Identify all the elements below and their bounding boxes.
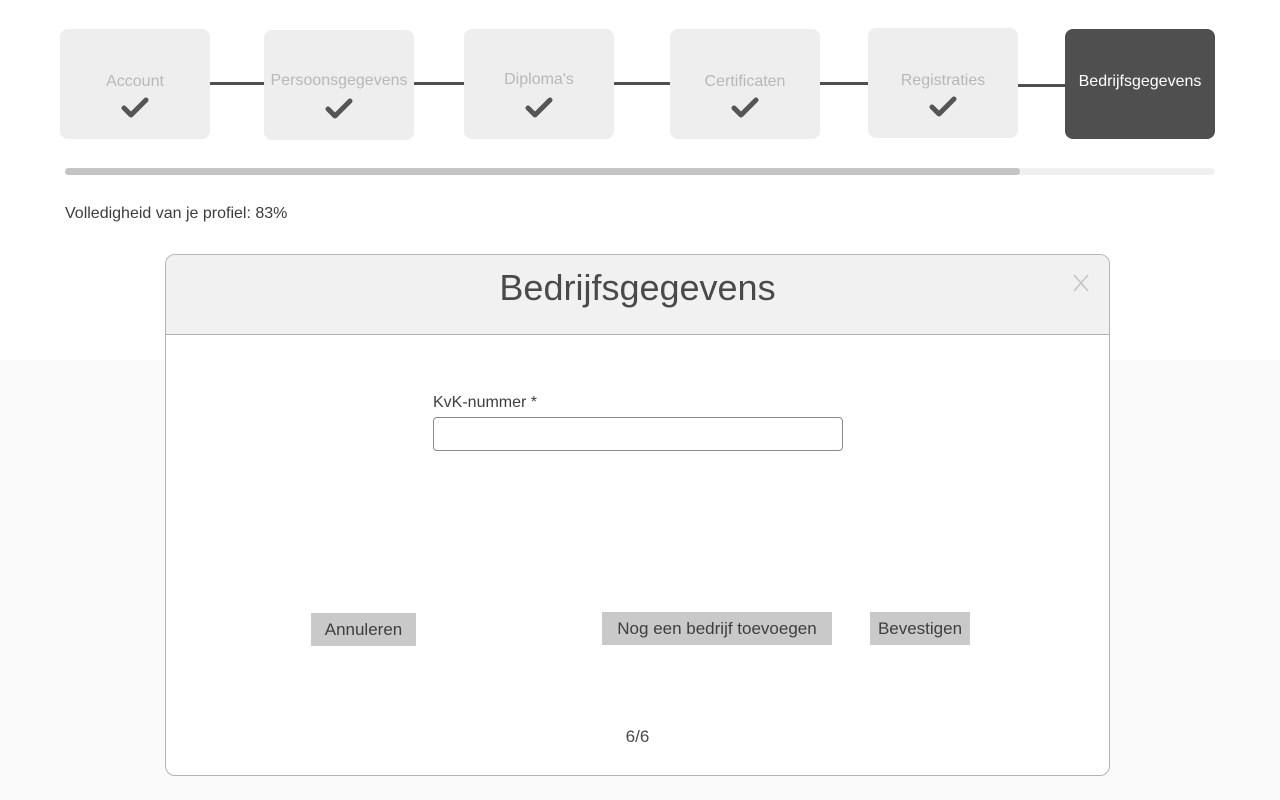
add-another-company-button[interactable]: Nog een bedrijf toevoegen [602,612,832,645]
kvk-number-input[interactable] [433,417,843,451]
confirm-button[interactable]: Bevestigen [870,612,970,645]
step-connector [414,82,464,85]
step-connector [820,82,868,85]
profile-progress-bar [65,168,1215,175]
step-diplomas[interactable]: Diploma's [464,29,614,139]
checkmark-icon [60,97,210,123]
profile-completeness-text: Volledigheid van je profiel: 83% [65,205,288,222]
step-certificaten[interactable]: Certificaten [670,29,820,139]
step-label: Certificaten [704,73,786,90]
kvk-number-label: KvK-nummer * [433,394,538,411]
step-label: Persoonsgegevens [270,72,408,89]
step-connector [210,82,264,85]
modal-header: Bedrijfsgegevens [166,255,1109,335]
checkmark-icon [264,98,414,124]
step-label: Bedrijfsgegevens [1078,73,1202,90]
checkmark-icon [670,97,820,123]
cancel-button[interactable]: Annuleren [311,613,416,646]
checkmark-icon [464,97,614,123]
step-label: Account [106,73,164,90]
step-label: Registraties [900,72,986,89]
step-persoonsgegevens[interactable]: Persoonsgegevens [264,30,414,140]
step-label: Diploma's [504,71,574,88]
step-connector [1018,84,1065,87]
step-registraties[interactable]: Registraties [868,28,1018,138]
step-account[interactable]: Account [60,29,210,139]
company-details-modal: Bedrijfsgegevens KvK-nummer * Annuleren … [165,254,1110,776]
step-bedrijfsgegevens[interactable]: Bedrijfsgegevens [1065,29,1215,139]
close-icon[interactable] [1069,271,1093,295]
page-indicator: 6/6 [625,727,650,746]
step-connector [614,82,670,85]
progress-bar-fill [65,168,1020,175]
checkmark-icon [868,96,1018,122]
modal-title: Bedrijfsgegevens [499,267,776,308]
